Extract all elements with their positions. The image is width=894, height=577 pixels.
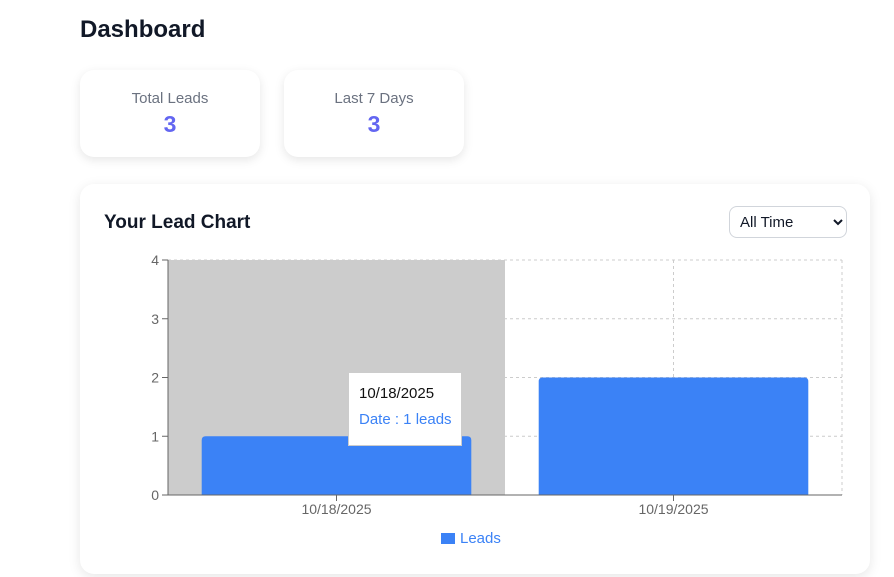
y-axis-tick-label: 3 — [151, 311, 159, 327]
y-axis-tick-label: 0 — [151, 487, 159, 503]
page-title: Dashboard — [80, 16, 206, 43]
stat-value: 3 — [367, 111, 381, 137]
stat-card-last-7-days: Last 7 Days 3 — [284, 70, 464, 157]
legend-swatch — [441, 533, 455, 544]
y-axis-tick-label: 1 — [151, 428, 159, 444]
stat-value: 3 — [163, 111, 177, 137]
lead-chart-card: Your Lead Chart All Time 0 1 2 3 4 10/18/2025… — [80, 184, 870, 574]
legend-label: Leads — [460, 530, 501, 547]
chart-bar[interactable] — [538, 377, 809, 496]
y-axis-tick-label: 4 — [151, 252, 159, 268]
chart-tooltip: 10/18/2025 Date : 1 leads — [348, 372, 462, 446]
y-axis-tick-label: 2 — [151, 370, 159, 386]
lead-bar-chart: 0 1 2 3 4 10/18/2025 10/19/2025 — [151, 252, 843, 517]
x-axis-tick-label: 10/18/2025 — [301, 501, 371, 517]
chart-legend[interactable]: Leads — [441, 530, 501, 547]
tooltip-value: Date : 1 leads — [359, 411, 452, 428]
stat-label: Total Leads — [131, 90, 209, 107]
stat-card-total-leads: Total Leads 3 — [80, 70, 260, 157]
x-axis-tick-label: 10/19/2025 — [638, 501, 708, 517]
tooltip-date: 10/18/2025 — [359, 385, 435, 402]
stat-label: Last 7 Days — [334, 90, 414, 107]
